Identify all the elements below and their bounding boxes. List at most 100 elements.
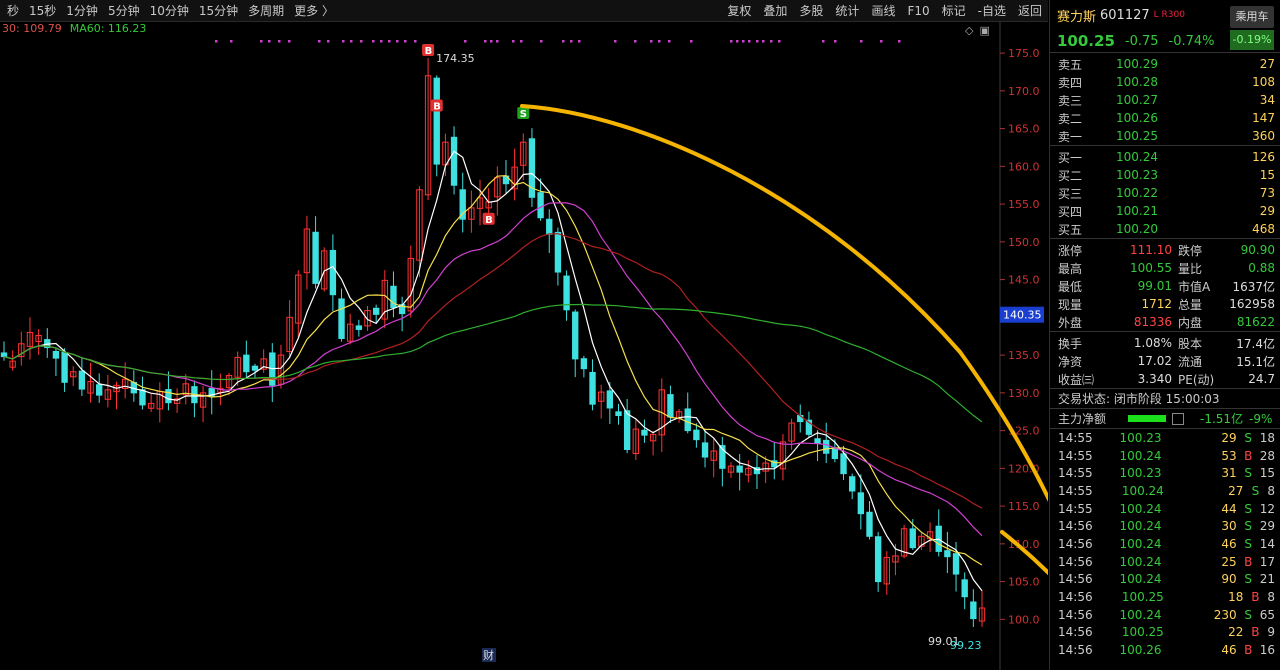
asks-row[interactable]: 卖一 100.25 360 bbox=[1050, 127, 1280, 145]
stat-value: 24.7 bbox=[1248, 372, 1275, 386]
candle-body[interactable] bbox=[572, 311, 579, 360]
tick-row: 14:55 100.23 29 S 18 bbox=[1050, 429, 1280, 447]
candle-body[interactable] bbox=[667, 394, 674, 418]
candle-body[interactable] bbox=[0, 352, 8, 358]
candle-body[interactable] bbox=[589, 372, 596, 405]
bids-row[interactable]: 买五 100.20 468 bbox=[1050, 220, 1280, 238]
candle-body[interactable] bbox=[537, 192, 544, 219]
signal-dot bbox=[414, 40, 417, 43]
quote-stats: 涨停 111.10 跌停 90.90 最高 100.55 量比 0.88 最低 99.01 市值A 1… bbox=[1050, 238, 1280, 331]
period-tab-2[interactable]: 1分钟 bbox=[61, 2, 103, 19]
candle-body[interactable] bbox=[970, 601, 977, 620]
period-tab-6[interactable]: 多周期 bbox=[243, 2, 289, 19]
sector-button[interactable]: 乘用车 bbox=[1230, 6, 1274, 28]
candle-body[interactable] bbox=[61, 351, 68, 383]
candle-body[interactable] bbox=[701, 442, 709, 458]
signal-dot bbox=[880, 40, 883, 43]
period-tab-1[interactable]: 15秒 bbox=[24, 2, 61, 19]
detail-icon[interactable] bbox=[1172, 412, 1185, 425]
candle-body[interactable] bbox=[840, 453, 847, 475]
tool-button-8[interactable]: 返回 bbox=[1012, 2, 1048, 19]
period-tab-0[interactable]: 秒 bbox=[2, 2, 24, 19]
candle-body[interactable] bbox=[139, 389, 146, 406]
period-tab-4[interactable]: 10分钟 bbox=[145, 2, 194, 19]
signal-dot bbox=[690, 40, 693, 43]
bids-row[interactable]: 买一 100.24 126 bbox=[1050, 148, 1280, 166]
period-tab-3[interactable]: 5分钟 bbox=[103, 2, 145, 19]
candle-body[interactable] bbox=[684, 408, 691, 432]
candle-body[interactable] bbox=[623, 410, 631, 450]
candle-body[interactable] bbox=[831, 448, 839, 460]
period-tab-5[interactable]: 15分钟 bbox=[194, 2, 243, 19]
candle-body[interactable] bbox=[546, 218, 553, 235]
quote-panel: 赛力斯 601127 L R300 乘用车 100.25 -0.75 -0.74… bbox=[1049, 0, 1280, 670]
candle-body[interactable] bbox=[736, 465, 743, 473]
period-tab-7[interactable]: 更多 〉 bbox=[289, 2, 339, 19]
candle-body[interactable] bbox=[312, 231, 319, 284]
candle-body[interactable] bbox=[606, 390, 614, 409]
close-price-label: 99.23 bbox=[950, 639, 982, 652]
tool-button-3[interactable]: 统计 bbox=[829, 2, 865, 19]
tick-row: 14:56 100.24 230 S 65 bbox=[1050, 606, 1280, 624]
candle-body[interactable] bbox=[96, 384, 103, 396]
candle-body[interactable] bbox=[909, 528, 916, 549]
candle-body[interactable] bbox=[580, 358, 588, 370]
tick-list[interactable]: 14:55 100.23 29 S 18 14:55 100.24 53 B 28 14:55 100… bbox=[1050, 428, 1280, 659]
candle-body[interactable] bbox=[814, 438, 821, 444]
signal-dot bbox=[484, 40, 487, 43]
candle-body[interactable] bbox=[823, 439, 830, 454]
tool-button-7[interactable]: -自选 bbox=[972, 2, 1012, 19]
candle-body[interactable] bbox=[78, 370, 86, 390]
candle-body[interactable] bbox=[165, 389, 172, 404]
signal-dot bbox=[898, 40, 901, 43]
stock-tag: L R300 bbox=[1153, 10, 1185, 20]
asks-row[interactable]: 卖五 100.29 27 bbox=[1050, 55, 1280, 73]
kline-chart[interactable]: 100.0105.0110.0115.0120.0125.0130.0135.0… bbox=[0, 22, 1048, 670]
tool-button-1[interactable]: 叠加 bbox=[757, 2, 793, 19]
bids-row[interactable]: 买二 100.23 15 bbox=[1050, 166, 1280, 184]
candle-body[interactable] bbox=[338, 298, 345, 339]
asks-row[interactable]: 卖三 100.27 34 bbox=[1050, 91, 1280, 109]
tick-volume: 18 bbox=[1228, 590, 1244, 605]
asks-row[interactable]: 卖四 100.28 108 bbox=[1050, 73, 1280, 91]
tool-button-2[interactable]: 多股 bbox=[793, 2, 829, 19]
tool-button-6[interactable]: 标记 bbox=[936, 2, 972, 19]
stock-name[interactable]: 赛力斯 bbox=[1057, 6, 1096, 25]
asks-row[interactable]: 卖二 100.26 147 bbox=[1050, 109, 1280, 127]
candle-body[interactable] bbox=[450, 136, 458, 186]
tick-volume: 46 bbox=[1221, 536, 1237, 551]
candle-body[interactable] bbox=[615, 411, 622, 417]
candle-body[interactable] bbox=[693, 429, 700, 441]
signal-dot bbox=[288, 40, 291, 43]
candle-body[interactable] bbox=[952, 553, 960, 575]
candle-body[interactable] bbox=[355, 325, 363, 330]
tick-time: 14:56 bbox=[1058, 643, 1093, 658]
tick-price: 100.24 bbox=[1121, 483, 1164, 498]
candle-body[interactable] bbox=[329, 249, 337, 296]
candle-body[interactable] bbox=[641, 429, 648, 436]
stat-row: 收益㈢ 3.340 PE(动) 24.7 bbox=[1050, 370, 1280, 388]
tool-button-5[interactable]: F10 bbox=[901, 4, 935, 18]
candle-body[interactable] bbox=[372, 307, 380, 315]
bids-row[interactable]: 买四 100.21 29 bbox=[1050, 202, 1280, 220]
ma30-label: 30: 109.79 bbox=[2, 22, 62, 35]
tool-button-4[interactable]: 画线 bbox=[865, 2, 901, 19]
bids-label: 买五 bbox=[1058, 222, 1083, 237]
y-tick-label: 145.0 bbox=[1008, 274, 1040, 287]
candle-body[interactable] bbox=[433, 77, 440, 165]
candle-body[interactable] bbox=[554, 231, 562, 273]
candle-body[interactable] bbox=[866, 511, 873, 537]
candle-body[interactable] bbox=[848, 476, 856, 492]
bids-row[interactable]: 买三 100.22 73 bbox=[1050, 184, 1280, 202]
candle-body[interactable] bbox=[52, 350, 60, 359]
candle-body[interactable] bbox=[251, 365, 259, 371]
candle-body[interactable] bbox=[857, 492, 865, 515]
diamond-icon[interactable]: ◇ bbox=[965, 24, 973, 37]
tool-button-0[interactable]: 复权 bbox=[721, 2, 757, 19]
candle-body[interactable] bbox=[243, 354, 250, 373]
panel-toggle-icon[interactable]: ▣ bbox=[979, 24, 989, 37]
candle-body[interactable] bbox=[961, 579, 968, 598]
candle-body[interactable] bbox=[874, 536, 882, 583]
candle-body[interactable] bbox=[944, 550, 951, 558]
finance-marker-label: 财 bbox=[483, 648, 494, 662]
